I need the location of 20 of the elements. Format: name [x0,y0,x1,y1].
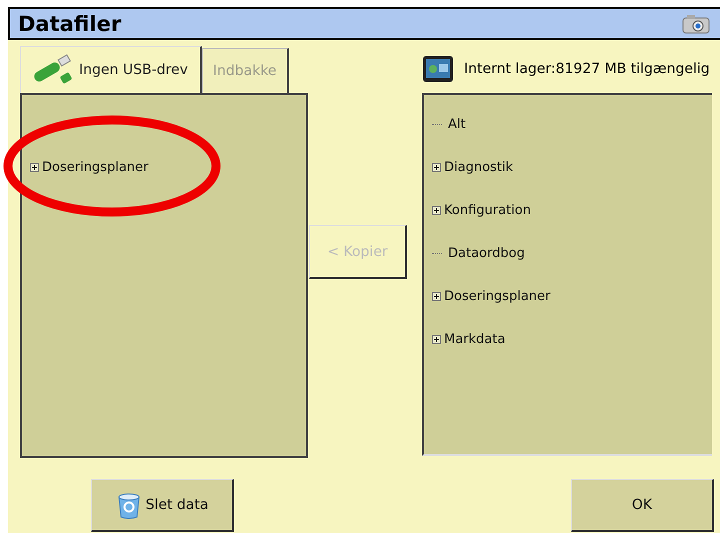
expand-icon[interactable] [432,206,441,215]
expand-icon[interactable] [432,335,441,344]
tree-item[interactable]: Doseringsplaner [42,160,148,175]
tree-item[interactable]: Doseringsplaner [444,289,550,304]
tab[interactable]: Ingen USB-drev [20,46,202,93]
tree-item[interactable]: Dataordbog [448,246,525,261]
tree-item[interactable]: Konfiguration [444,203,531,218]
tree-item[interactable]: Markdata [444,332,506,347]
expand-icon[interactable] [30,163,39,172]
ok-button[interactable]: OK [571,479,714,532]
trash-icon [116,491,142,519]
window-title: Datafiler [18,12,122,36]
tree-item[interactable]: Diagnostik [444,160,514,175]
tablet-icon [422,54,454,84]
expand-icon[interactable] [432,292,441,301]
expand-icon[interactable] [432,163,441,172]
camera-icon[interactable] [682,14,710,34]
delete-button[interactable]: Slet data [91,479,234,532]
storage-label: Internt lager:81927 MB tilgængelig [464,60,710,76]
tree-item[interactable]: Alt [448,117,466,132]
